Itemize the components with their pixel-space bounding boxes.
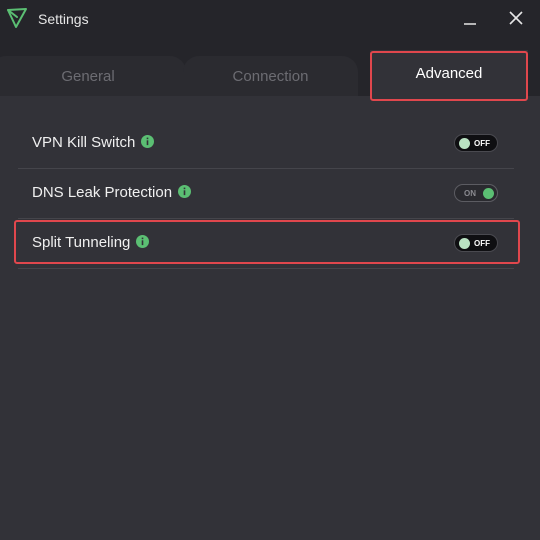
tab-strip: General Connection Advanced bbox=[0, 36, 540, 96]
toggle-knob bbox=[483, 188, 494, 199]
setting-row-kill-switch: VPN Kill Switch OFF bbox=[18, 118, 514, 169]
dns-leak-protection-toggle[interactable]: ON bbox=[454, 184, 498, 202]
toggle-state-text: OFF bbox=[474, 139, 490, 148]
tab-connection[interactable]: Connection bbox=[183, 56, 358, 96]
settings-window: Settings General Connection Advanced VPN… bbox=[0, 0, 540, 540]
tab-general-label: General bbox=[61, 67, 115, 85]
minimize-icon bbox=[464, 23, 476, 25]
kill-switch-label-wrap: VPN Kill Switch bbox=[32, 134, 155, 152]
dns-leak-label-wrap: DNS Leak Protection bbox=[32, 184, 192, 202]
tab-advanced[interactable]: Advanced bbox=[370, 50, 528, 96]
minimize-button[interactable] bbox=[456, 4, 484, 32]
toggle-knob bbox=[459, 138, 470, 149]
split-tunneling-toggle[interactable]: OFF bbox=[454, 234, 498, 252]
window-title: Settings bbox=[38, 11, 89, 27]
split-tunneling-label: Split Tunneling bbox=[32, 234, 131, 251]
tab-general[interactable]: General bbox=[0, 56, 186, 96]
kill-switch-label: VPN Kill Switch bbox=[32, 134, 136, 151]
kill-switch-toggle[interactable]: OFF bbox=[454, 134, 498, 152]
toggle-state-text: ON bbox=[464, 189, 476, 198]
setting-row-dns-leak-protection: DNS Leak Protection ON bbox=[18, 168, 514, 219]
title-bar: Settings bbox=[0, 0, 540, 36]
info-icon[interactable] bbox=[141, 135, 155, 148]
info-icon[interactable] bbox=[178, 185, 192, 198]
toggle-knob bbox=[459, 238, 470, 249]
tab-advanced-label: Advanced bbox=[415, 64, 483, 82]
info-icon[interactable] bbox=[136, 235, 150, 248]
tab-connection-label: Connection bbox=[232, 67, 309, 85]
close-button[interactable] bbox=[502, 4, 530, 32]
dns-leak-protection-label: DNS Leak Protection bbox=[32, 184, 173, 201]
close-icon bbox=[509, 11, 523, 25]
toggle-state-text: OFF bbox=[474, 239, 490, 248]
protonvpn-logo-icon bbox=[7, 8, 27, 28]
setting-row-split-tunneling: Split Tunneling OFF bbox=[18, 218, 514, 269]
split-tunneling-label-wrap: Split Tunneling bbox=[32, 234, 150, 252]
